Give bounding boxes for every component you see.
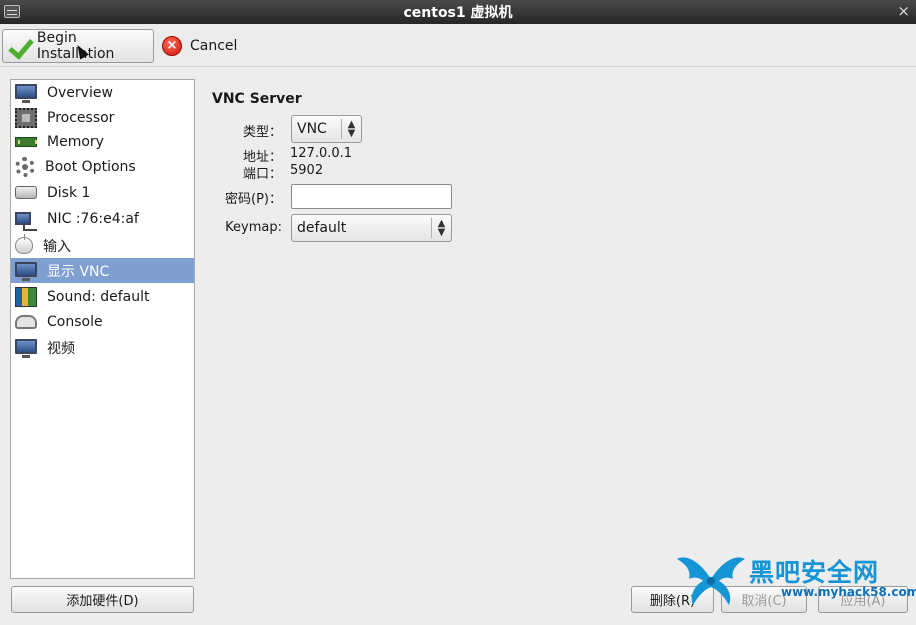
sidebar-item-label: NIC :76:e4:af [47,210,139,227]
monitor-icon [15,83,37,103]
sidebar-item-label: 视频 [47,340,75,357]
console-icon [15,314,37,329]
password-label: 密码(P)： [225,192,282,207]
gear-icon [15,156,35,177]
port-label: 端口： [242,167,282,182]
cancel-icon: × [162,36,182,56]
sidebar-item-label: Disk 1 [47,184,91,201]
sidebar-item-label: Memory [47,133,104,150]
watermark: 黑吧安全网 www.myhack58.com [675,549,916,609]
sound-card-icon [15,286,37,307]
keymap-select[interactable]: default ▲ ▼ [291,214,452,242]
mouse-icon [15,234,33,254]
type-select-value: VNC [297,121,327,137]
sidebar-item-label: 显示 VNC [47,263,110,280]
sidebar-item-label: Console [47,313,103,330]
monitor-icon [15,338,37,358]
section-title: VNC Server [212,91,302,107]
network-icon [15,212,37,231]
address-value: 127.0.0.1 [290,146,353,161]
cancel-installation-label: Cancel [190,38,238,54]
memory-icon [15,136,37,147]
chevron-up-down-icon: ▲ ▼ [341,119,361,139]
sidebar-item-label: 输入 [43,238,71,255]
password-input[interactable] [291,184,452,209]
window-title: centos1 虚拟机 [403,5,513,21]
chevron-up-down-icon: ▲ ▼ [431,218,451,238]
close-icon[interactable]: × [897,2,910,20]
watermark-url: www.myhack58.com [781,585,916,599]
window-menu-icon[interactable] [4,5,20,18]
sidebar-item-label: Boot Options [45,158,136,175]
add-hardware-button[interactable]: 添加硬件(D) [11,586,194,613]
sidebar-item-nic[interactable]: NIC :76:e4:af [11,206,194,231]
watermark-text: 黑吧安全网 [749,558,880,587]
window-titlebar: centos1 虚拟机 × [0,0,916,24]
sidebar-item-console[interactable]: Console [11,309,194,334]
sidebar-item-sound[interactable]: Sound: default [11,284,194,309]
sidebar-item-overview[interactable]: Overview [11,80,194,105]
hardware-list: Overview Processor Memory Boot Options D… [10,79,195,579]
keymap-label: Keymap: [225,220,282,235]
monitor-icon [15,261,37,281]
cancel-installation-button[interactable]: × Cancel [160,29,250,63]
sidebar-item-boot-options[interactable]: Boot Options [11,154,194,179]
cpu-icon [15,107,37,128]
sidebar-item-video[interactable]: 视频 [11,335,194,360]
type-select[interactable]: VNC ▲ ▼ [291,115,362,143]
sidebar-item-disk-1[interactable]: Disk 1 [11,180,194,205]
begin-installation-label: Begin Installation [36,30,115,62]
sidebar-item-label: Overview [47,84,113,101]
toolbar: Begin Installation × Cancel [0,24,916,67]
type-label: 类型： [242,125,282,140]
port-value: 5902 [290,163,324,178]
disk-icon [15,186,37,199]
sidebar-item-label: Processor [47,109,115,126]
keymap-select-value: default [297,220,347,236]
wing-logo-icon [677,557,745,605]
sidebar-item-memory[interactable]: Memory [11,129,194,154]
sidebar-item-input[interactable]: 输入 [11,233,194,258]
sidebar-item-processor[interactable]: Processor [11,105,194,130]
sidebar-item-display-vnc[interactable]: 显示 VNC [11,258,194,283]
checkmark-icon [9,34,32,58]
sidebar-item-label: Sound: default [47,288,150,305]
